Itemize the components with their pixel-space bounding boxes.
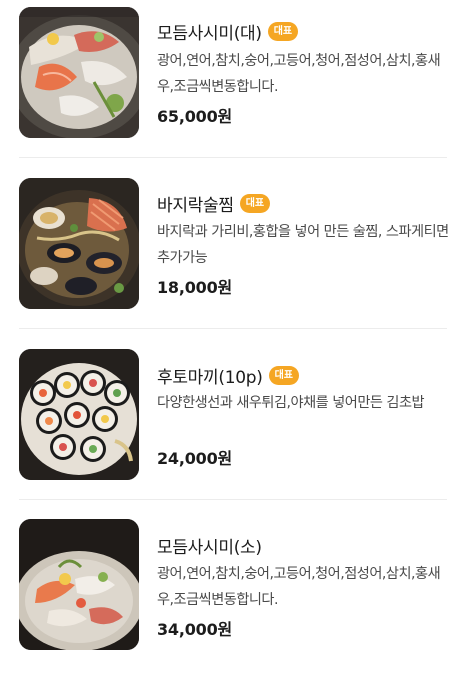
signature-badge: 대표 — [268, 365, 299, 385]
menu-item-description: 다양한생선과 새우튀김,야채를 넣어만든 김초밥 — [157, 395, 425, 411]
divider — [19, 157, 447, 158]
signature-badge: 대표 — [267, 21, 299, 41]
sashimi-platter-image — [19, 7, 139, 138]
divider — [19, 328, 447, 329]
menu-item-price: 18,000원 — [157, 278, 233, 297]
menu-item[interactable]: 모듬사시미(소) 광어,연어,참치,숭어,고등어,청어,점성어,삼치,홍새우,조… — [0, 510, 466, 680]
menu-item-image[interactable] — [19, 519, 139, 650]
sashimi-small-image — [19, 519, 139, 650]
signature-badge: 대표 — [239, 193, 271, 213]
clam-stew-image — [19, 178, 139, 309]
menu-item[interactable]: 모듬사시미(대) 대표 광어,연어,참치,숭어,고등어,청어,점성어,삼치,홍새… — [0, 0, 466, 170]
divider — [19, 499, 447, 500]
menu-item-name: 후토마끼(10p) — [157, 367, 263, 388]
menu-item-description: 광어,연어,참치,숭어,고등어,청어,점성어,삼치,홍새우,조금씩변동합니다. — [157, 566, 441, 608]
menu-item[interactable]: 바지락술찜 대표 바지락과 가리비,홍합을 넣어 만든 술찜, 스파게티면 추가… — [0, 170, 466, 340]
menu-item-header: 바지락술찜 대표 — [157, 190, 271, 216]
menu-item-image[interactable] — [19, 7, 139, 138]
menu-item-header: 모듬사시미(소) — [157, 532, 262, 558]
menu-item-price: 34,000원 — [157, 620, 233, 639]
menu-item-description: 바지락과 가리비,홍합을 넣어 만든 술찜, 스파게티면 추가가능 — [157, 224, 449, 266]
menu-item-name: 모듬사시미(대) — [157, 23, 262, 44]
menu-item-description: 광어,연어,참치,숭어,고등어,청어,점성어,삼치,홍새우,조금씩변동합니다. — [157, 53, 441, 95]
menu-item-header: 모듬사시미(대) 대표 — [157, 18, 299, 44]
menu-item-image[interactable] — [19, 178, 139, 309]
menu-item-price: 65,000원 — [157, 107, 233, 126]
menu-item-name: 바지락술찜 — [157, 195, 234, 216]
menu-item-name: 모듬사시미(소) — [157, 537, 262, 558]
menu-item-price: 24,000원 — [157, 449, 233, 468]
menu-item-image[interactable] — [19, 349, 139, 480]
menu-item-header: 후토마끼(10p) 대표 — [157, 362, 299, 388]
menu-item[interactable]: 후토마끼(10p) 대표 다양한생선과 새우튀김,야채를 넣어만든 김초밥 24… — [0, 340, 466, 510]
futomaki-image — [19, 349, 139, 480]
